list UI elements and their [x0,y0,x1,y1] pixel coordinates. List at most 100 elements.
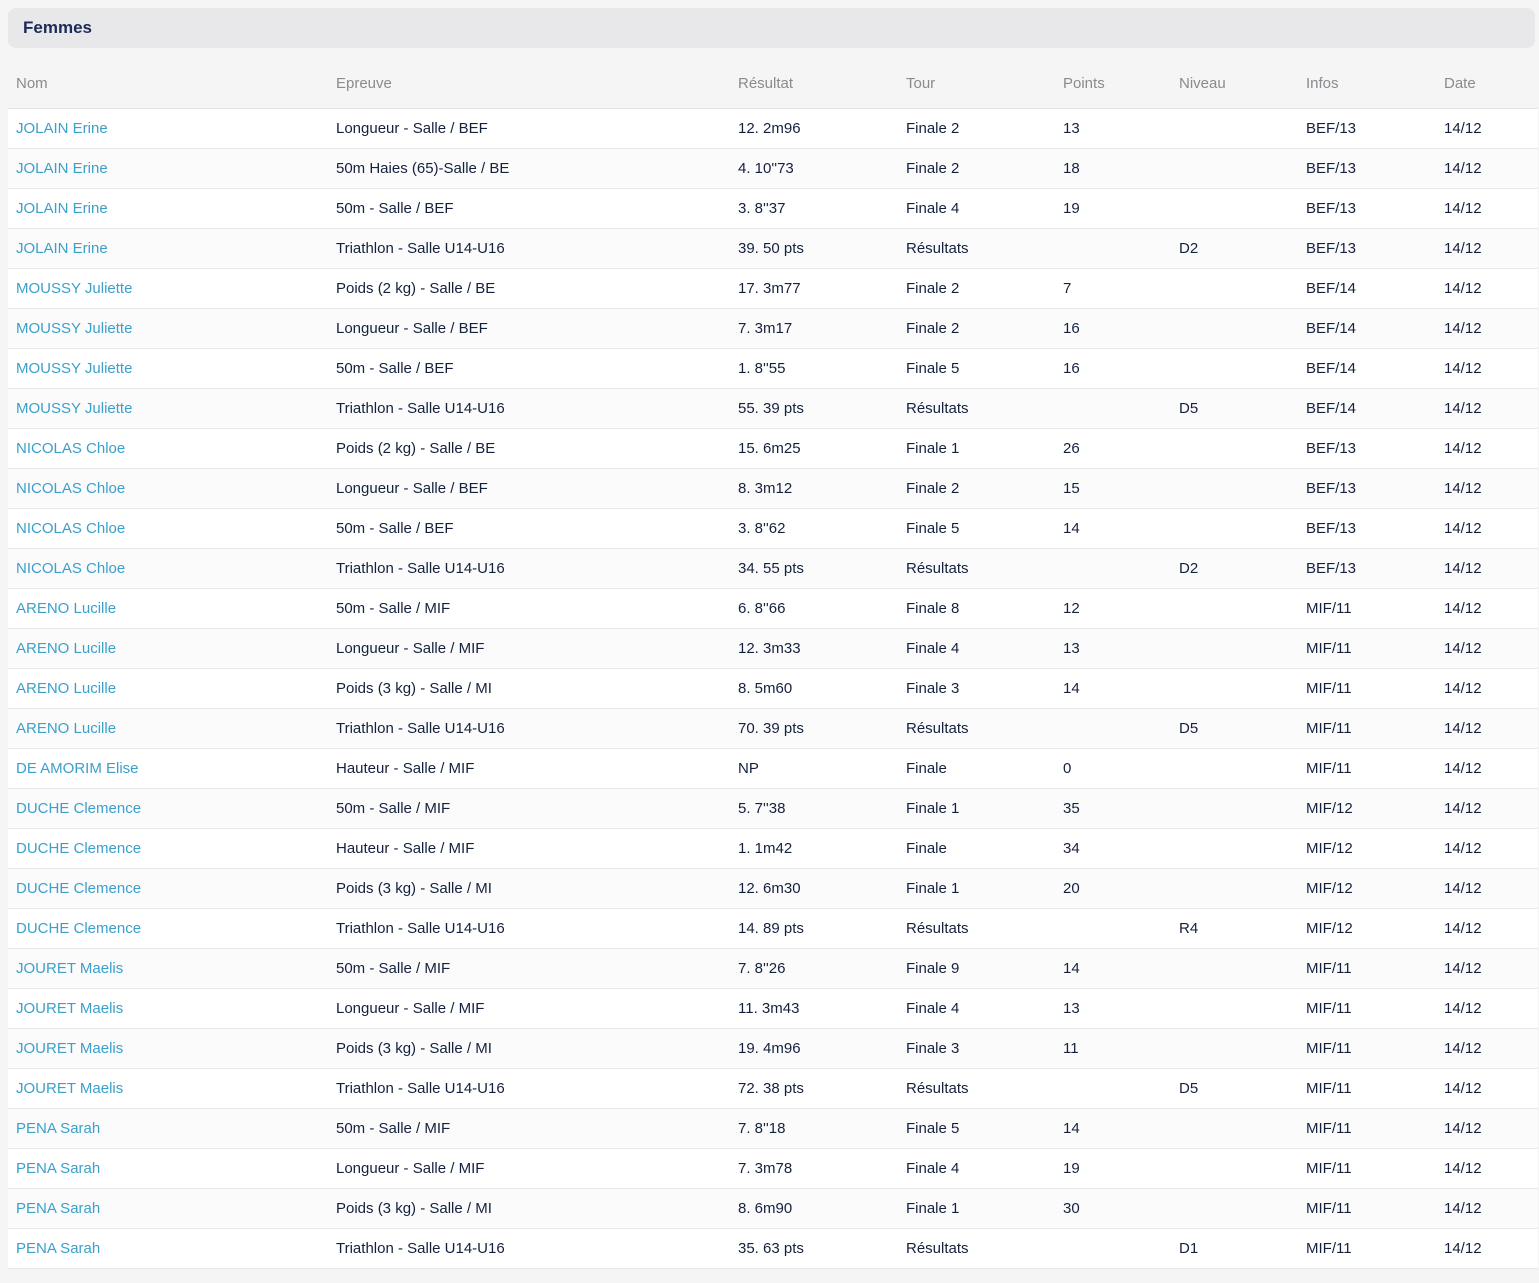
athlete-name-link[interactable]: PENA Sarah [16,1160,100,1177]
athlete-name-link[interactable]: ARENO Lucille [16,600,116,617]
cell-tour: Finale 3 [898,668,1055,709]
cell-points: 13 [1055,108,1171,149]
cell-tour: Finale 2 [898,308,1055,349]
athlete-name-link[interactable]: DUCHE Clemence [16,840,141,857]
athlete-name-link[interactable]: PENA Sarah [16,1240,100,1257]
athlete-name-link[interactable]: MOUSSY Juliette [16,320,132,337]
cell-nom: ARENO Lucille [8,708,328,749]
athlete-name-link[interactable]: JOLAIN Erine [16,200,108,217]
cell-resultat: 17. 3m77 [730,268,898,309]
column-header-date[interactable]: Date [1436,58,1538,109]
cell-infos: MIF/11 [1298,668,1436,709]
column-header-epreuve[interactable]: Epreuve [328,58,730,109]
athlete-name-link[interactable]: PENA Sarah [16,1200,100,1217]
column-header-points[interactable]: Points [1055,58,1171,109]
cell-epreuve: Triathlon - Salle U14-U16 [328,1068,730,1109]
cell-nom: NICOLAS Chloe [8,468,328,509]
athlete-name-link[interactable]: ARENO Lucille [16,720,116,737]
column-header-niveau[interactable]: Niveau [1171,58,1298,109]
column-header-infos[interactable]: Infos [1298,58,1436,109]
cell-date: 14/12 [1436,908,1538,949]
cell-date: 14/12 [1436,1148,1538,1189]
table-row: ARENO Lucille Triathlon - Salle U14-U16 70… [8,708,1538,749]
athlete-name-link[interactable]: DUCHE Clemence [16,920,141,937]
athlete-name-link[interactable]: DE AMORIM Elise [16,760,139,777]
cell-epreuve: Poids (2 kg) - Salle / BE [328,268,730,309]
cell-points: 14 [1055,1108,1171,1149]
cell-infos: MIF/11 [1298,948,1436,989]
cell-date: 14/12 [1436,228,1538,269]
cell-tour: Finale [898,748,1055,789]
cell-tour: Finale [898,828,1055,869]
athlete-name-link[interactable]: NICOLAS Chloe [16,520,125,537]
table-row: DUCHE Clemence Hauteur - Salle / MIF 1. 1m… [8,828,1538,869]
athlete-name-link[interactable]: JOLAIN Erine [16,120,108,137]
athlete-name-link[interactable]: NICOLAS Chloe [16,560,125,577]
table-row: JOLAIN Erine 50m - Salle / BEF 3. 8''37 Fin… [8,188,1538,229]
athlete-name-link[interactable]: JOURET Maelis [16,1040,123,1057]
athlete-name-link[interactable]: JOURET Maelis [16,960,123,977]
cell-nom: JOURET Maelis [8,988,328,1029]
cell-resultat: 7. 8''18 [730,1108,898,1149]
athlete-name-link[interactable]: DUCHE Clemence [16,880,141,897]
cell-epreuve: Poids (3 kg) - Salle / MI [328,1188,730,1229]
athlete-name-link[interactable]: MOUSSY Juliette [16,360,132,377]
cell-infos: MIF/12 [1298,788,1436,829]
cell-resultat: NP [730,748,898,789]
cell-niveau [1171,1028,1298,1069]
cell-epreuve: Hauteur - Salle / MIF [328,748,730,789]
cell-nom: DUCHE Clemence [8,908,328,949]
table-row: DUCHE Clemence Poids (3 kg) - Salle / MI 1… [8,868,1538,909]
athlete-name-link[interactable]: JOURET Maelis [16,1080,123,1097]
cell-niveau [1171,948,1298,989]
cell-niveau [1171,1148,1298,1189]
column-header-nom[interactable]: Nom [8,58,328,109]
athlete-name-link[interactable]: MOUSSY Juliette [16,280,132,297]
cell-points [1055,548,1171,589]
cell-epreuve: Triathlon - Salle U14-U16 [328,908,730,949]
cell-date: 14/12 [1436,1108,1538,1149]
cell-niveau [1171,788,1298,829]
table-row: MOUSSY Juliette Poids (2 kg) - Salle / BE… [8,268,1538,309]
cell-epreuve: 50m - Salle / BEF [328,348,730,389]
cell-date: 14/12 [1436,748,1538,789]
column-header-tour[interactable]: Tour [898,58,1055,109]
cell-niveau: D5 [1171,708,1298,749]
athlete-name-link[interactable]: MOUSSY Juliette [16,400,132,417]
athlete-name-link[interactable]: NICOLAS Chloe [16,480,125,497]
cell-resultat: 8. 3m12 [730,468,898,509]
table-row: JOURET Maelis Longueur - Salle / MIF 11. 3… [8,988,1538,1029]
athlete-name-link[interactable]: PENA Sarah [16,1120,100,1137]
athlete-name-link[interactable]: JOLAIN Erine [16,240,108,257]
athlete-name-link[interactable]: JOLAIN Erine [16,160,108,177]
cell-points: 11 [1055,1028,1171,1069]
athlete-name-link[interactable]: JOURET Maelis [16,1000,123,1017]
athlete-name-link[interactable]: NICOLAS Chloe [16,440,125,457]
cell-niveau: D1 [1171,1228,1298,1269]
cell-infos: MIF/11 [1298,588,1436,629]
cell-date: 14/12 [1436,348,1538,389]
cell-date: 14/12 [1436,388,1538,429]
cell-date: 14/12 [1436,108,1538,149]
cell-infos: BEF/14 [1298,348,1436,389]
cell-date: 14/12 [1436,468,1538,509]
cell-infos: MIF/11 [1298,1108,1436,1149]
cell-nom: DUCHE Clemence [8,788,328,829]
cell-infos: MIF/11 [1298,988,1436,1029]
cell-niveau [1171,828,1298,869]
table-row: ARENO Lucille Longueur - Salle / MIF 12. 3… [8,628,1538,669]
cell-points: 14 [1055,668,1171,709]
cell-resultat: 19. 4m96 [730,1028,898,1069]
column-header-resultat[interactable]: Résultat [730,58,898,109]
table-row: NICOLAS Chloe Poids (2 kg) - Salle / BE 15… [8,428,1538,469]
cell-tour: Résultats [898,1228,1055,1269]
athlete-name-link[interactable]: ARENO Lucille [16,680,116,697]
section-title: Femmes [23,18,92,37]
cell-tour: Finale 5 [898,508,1055,549]
athlete-name-link[interactable]: DUCHE Clemence [16,800,141,817]
cell-nom: JOLAIN Erine [8,228,328,269]
cell-resultat: 3. 8''37 [730,188,898,229]
cell-niveau [1171,428,1298,469]
athlete-name-link[interactable]: ARENO Lucille [16,640,116,657]
cell-infos: BEF/13 [1298,228,1436,269]
